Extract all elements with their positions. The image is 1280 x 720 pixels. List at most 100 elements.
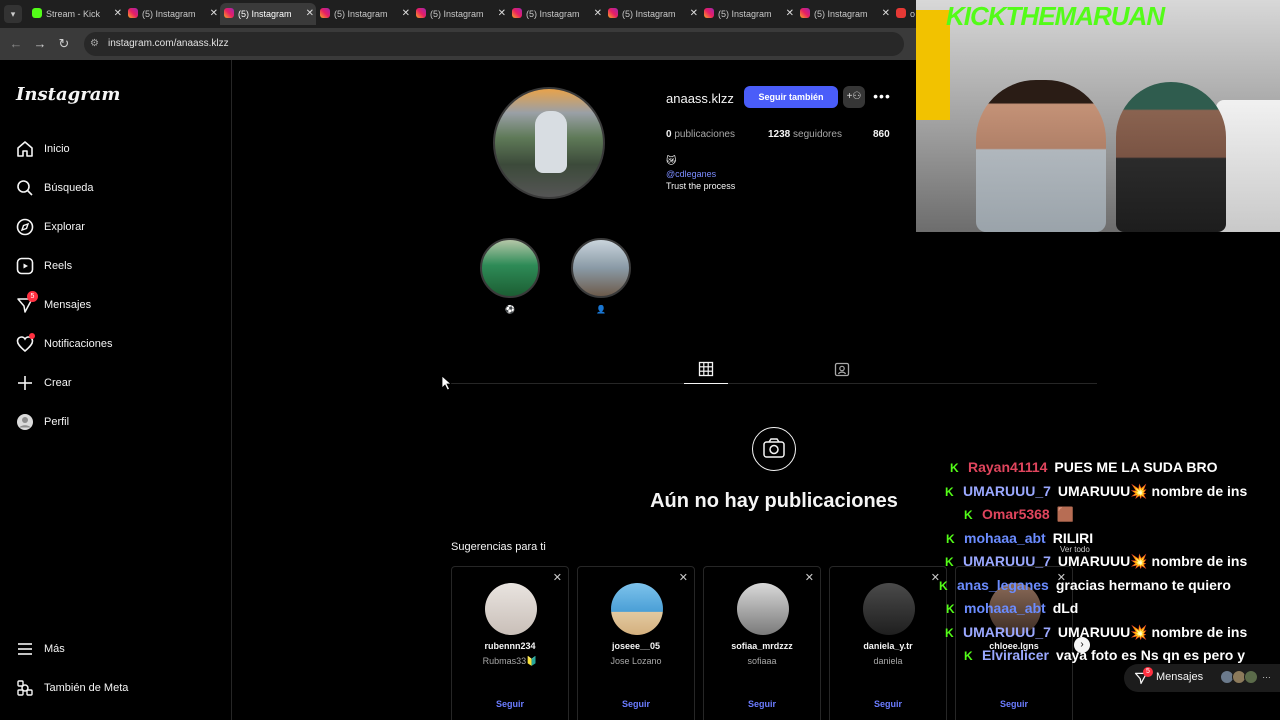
mouse-cursor-icon	[441, 375, 453, 391]
follow-button[interactable]: Seguir	[956, 699, 1072, 709]
close-icon[interactable]: ✕	[594, 3, 602, 25]
close-icon[interactable]: ✕	[679, 571, 688, 584]
site-info-icon[interactable]: ⚙	[90, 38, 102, 50]
suggestion-fullname: Jose Lozano	[610, 656, 662, 666]
close-icon[interactable]: ✕	[786, 3, 794, 25]
avatar[interactable]	[611, 583, 663, 635]
suggestion-username[interactable]: daniela_y.tr	[830, 641, 946, 651]
highlight-label: ⚽	[505, 305, 515, 314]
browser-tab-active[interactable]: (5) Instagram ✕	[220, 3, 316, 25]
browser-tab[interactable]: (5) Instagram ✕	[604, 3, 700, 25]
avatar[interactable]	[863, 583, 915, 635]
close-icon[interactable]: ✕	[306, 3, 314, 25]
chat-message: K UMARUUU_7 UMARUUU💥 nombre de ins	[945, 553, 1248, 569]
following-stat[interactable]: 860	[873, 129, 890, 140]
kick-icon: K	[945, 626, 954, 640]
bio-link[interactable]: @cdleganes	[666, 169, 716, 179]
webcam-overlay: KICKTHEMARUAN	[916, 0, 1280, 232]
profile-tab-divider	[451, 383, 1097, 384]
suggestion-card[interactable]: ✕ rubennn234 Rubmas33🔰 Seguir	[451, 566, 569, 720]
follow-button[interactable]: Seguir	[704, 699, 820, 709]
kick-icon: K	[946, 602, 955, 616]
background-decoration	[916, 10, 950, 120]
instagram-icon	[512, 8, 522, 18]
avatar[interactable]	[485, 583, 537, 635]
home-icon	[17, 141, 33, 157]
suggestion-username[interactable]: joseee__05	[578, 641, 694, 651]
suggestion-fullname: daniela	[873, 656, 903, 666]
browser-tab[interactable]: (5) Instagram ✕	[412, 3, 508, 25]
sidebar-item-inicio[interactable]: Inicio	[16, 140, 216, 164]
highlight-label: 👤	[596, 305, 606, 314]
profile-icon	[17, 414, 33, 430]
forward-icon[interactable]: →	[32, 36, 48, 52]
profile-avatar[interactable]	[493, 87, 605, 199]
sidebar-item-reels[interactable]: Reels	[16, 257, 216, 281]
followers-stat[interactable]: 1238 seguidores	[768, 129, 842, 140]
suggestion-username[interactable]: rubennn234	[452, 641, 568, 651]
browser-tab[interactable]: (5) Instagram ✕	[508, 3, 604, 25]
bio-emoji: 😿	[666, 156, 677, 167]
browser-tab[interactable]: (5) Instagram ✕	[124, 3, 220, 25]
browser-tab[interactable]: (5) Instagram ✕	[316, 3, 412, 25]
close-icon[interactable]: ✕	[553, 571, 562, 584]
close-icon[interactable]: ✕	[882, 3, 890, 25]
close-icon[interactable]: ✕	[210, 3, 218, 25]
suggestion-fullname: Rubmas33🔰	[482, 656, 538, 666]
suggestion-card[interactable]: ✕ joseee__05 Jose Lozano Seguir	[577, 566, 695, 720]
follow-back-button[interactable]: Seguir también	[744, 86, 838, 108]
follow-button[interactable]: Seguir	[830, 699, 946, 709]
close-icon[interactable]: ✕	[402, 3, 410, 25]
chat-message: K Rayan41114 PUES ME LA SUDA BRO	[950, 459, 1218, 475]
sidebar-item-meta[interactable]: También de Meta	[16, 679, 216, 703]
suggestion-card[interactable]: ✕ daniela_y.tr daniela Seguir	[829, 566, 947, 720]
streamer-right	[1116, 82, 1226, 232]
suggested-users-button[interactable]: +⚇	[843, 86, 865, 108]
close-icon[interactable]: ✕	[805, 571, 814, 584]
close-icon[interactable]: ✕	[690, 3, 698, 25]
tab-search-button[interactable]: ▾	[4, 5, 22, 23]
story-highlight[interactable]	[480, 238, 540, 298]
menu-icon	[18, 643, 32, 655]
instagram-icon	[800, 8, 810, 18]
tab-posts[interactable]	[684, 358, 728, 384]
kick-icon: K	[964, 508, 973, 522]
suggestion-card[interactable]: ✕ sofiaa_mrdzzz sofiaaa Seguir	[703, 566, 821, 720]
story-highlight[interactable]	[571, 238, 631, 298]
sidebar-item-explorar[interactable]: Explorar	[16, 218, 216, 242]
sidebar-item-notificaciones[interactable]: Notificaciones	[16, 333, 216, 359]
browser-tab[interactable]: (5) Instagram ✕	[796, 3, 892, 25]
browser-tab[interactable]: Stream - Kick ✕	[28, 3, 124, 25]
add-user-icon: +⚇	[846, 91, 862, 102]
tab-tagged[interactable]	[820, 358, 864, 384]
follow-button[interactable]: Seguir	[578, 699, 694, 709]
browser-tab[interactable]: o	[892, 3, 916, 25]
follow-button[interactable]: Seguir	[452, 699, 568, 709]
ellipsis-icon: •••	[873, 88, 891, 104]
sidebar-item-busqueda[interactable]: Búsqueda	[16, 179, 216, 203]
address-bar[interactable]: ⚙ instagram.com/anaass.klzz	[84, 32, 904, 56]
sidebar-item-perfil[interactable]: Perfil	[16, 413, 216, 437]
back-icon[interactable]: ←	[8, 36, 24, 52]
chat-message: K UMARUUU_7 UMARUUU💥 nombre de ins	[945, 624, 1248, 640]
sidebar-item-mensajes[interactable]: 5 Mensajes	[16, 291, 216, 320]
close-icon[interactable]: ✕	[498, 3, 506, 25]
kick-icon: K	[939, 579, 948, 593]
close-icon[interactable]: ✕	[114, 3, 122, 25]
empty-posts-title: Aún no hay publicaciones	[650, 490, 898, 512]
reload-icon[interactable]: ↻	[56, 36, 72, 52]
posts-stat: 0 publicaciones	[666, 129, 735, 140]
messages-floating-bar[interactable]: 5 Mensajes …	[1124, 664, 1280, 692]
url-text[interactable]: instagram.com/anaass.klzz	[108, 38, 229, 49]
avatar[interactable]	[737, 583, 789, 635]
more-options-button[interactable]: •••	[872, 86, 892, 108]
suggestion-username[interactable]: sofiaa_mrdzzz	[704, 641, 820, 651]
plus-icon	[18, 376, 32, 390]
sidebar-item-crear[interactable]: Crear	[16, 374, 216, 398]
browser-tab[interactable]: (5) Instagram ✕	[700, 3, 796, 25]
instagram-icon	[704, 8, 714, 18]
sidebar-item-mas[interactable]: Más	[16, 640, 216, 664]
tagged-icon	[834, 362, 850, 377]
chat-message: Kmohaaa_abt RILIRI	[946, 530, 1094, 546]
instagram-logo[interactable]: Instagram	[16, 84, 120, 105]
